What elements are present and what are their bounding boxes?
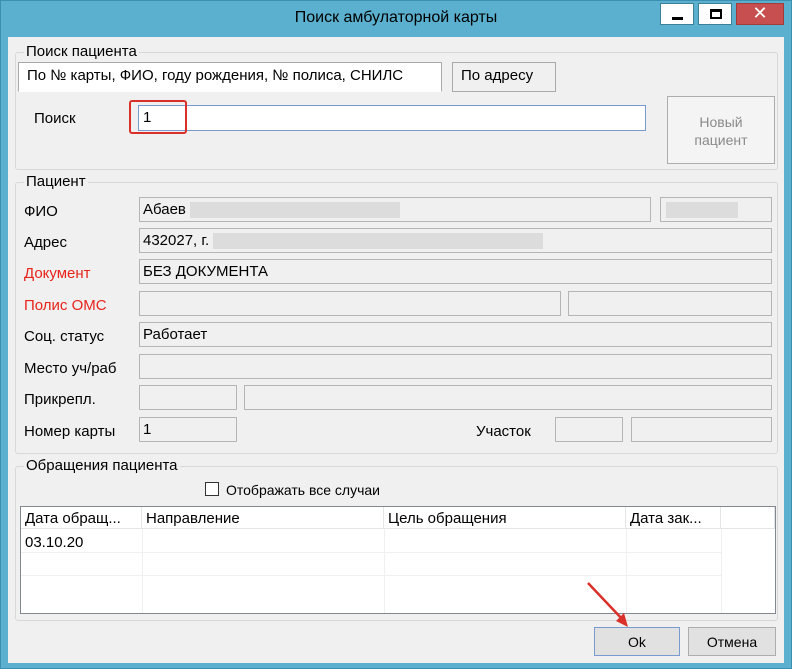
attach-name-field [244,385,772,410]
redacted-text [666,202,738,219]
address-value: 432027, г. [143,232,210,249]
column-header-date[interactable]: Дата обращ... [21,507,142,529]
close-icon: ✕ [752,3,768,23]
tab-by-address[interactable]: По адресу [452,62,556,92]
search-group-legend: Поиск пациента [24,43,139,60]
maximize-icon [710,9,722,19]
column-divider [384,529,385,613]
dialog-client-area: Поиск пациента По № карты, ФИО, году рож… [8,37,784,663]
column-header-filler [721,507,775,529]
address-field: 432027, г. [139,228,772,253]
table-row[interactable]: 03.10.20 [21,534,83,551]
search-input[interactable]: 1 [138,105,646,131]
search-annotation-box [129,100,187,134]
policy-series-field [139,291,561,316]
column-divider [721,529,722,613]
show-all-checkbox[interactable] [205,482,219,496]
redacted-text [213,233,544,250]
annotation-arrow-icon [587,582,628,627]
social-status-field: Работает [139,322,772,347]
attach-code-field [139,385,237,410]
workplace-label: Место уч/раб [24,360,117,377]
card-number-label: Номер карты [24,423,116,440]
policy-number-field [568,291,772,316]
dialog-window: Поиск амбулаторной карты ✕ Поиск пациент… [0,0,792,669]
row-divider [21,552,721,553]
search-label: Поиск [34,110,76,127]
new-patient-button[interactable]: Новый пациент [667,96,775,164]
attach-label: Прикрепл. [24,391,96,408]
column-header-purpose[interactable]: Цель обращения [384,507,626,529]
column-header-close-date[interactable]: Дата зак... [626,507,721,529]
card-number-field: 1 [139,417,237,442]
show-all-label: Отображать все случаи [226,482,380,498]
workplace-field [139,354,772,379]
district-label: Участок [476,423,531,440]
redacted-text [189,202,400,219]
column-header-direction[interactable]: Направление [142,507,384,529]
document-label: Документ [24,265,91,282]
tab-by-card[interactable]: По № карты, ФИО, году рождения, № полиса… [18,62,442,92]
visits-table[interactable]: Дата обращ... Направление Цель обращения… [20,506,776,614]
document-field: БЕЗ ДОКУМЕНТА [139,259,772,284]
district-code-field [555,417,623,442]
policy-label: Полис ОМС [24,297,107,314]
minimize-button[interactable] [660,3,694,25]
birth-field [660,197,772,222]
column-divider [142,529,143,613]
social-status-label: Соц. статус [24,328,105,345]
row-divider [21,575,721,576]
fio-label: ФИО [24,203,58,220]
patient-group: Пациент [15,173,778,454]
fio-value: Абаев [143,201,186,218]
maximize-button[interactable] [698,3,732,25]
title-bar[interactable]: Поиск амбулаторной карты ✕ [1,1,791,37]
district-name-field [631,417,772,442]
visit-date-cell: 03.10.20 [25,534,84,551]
close-button[interactable]: ✕ [736,3,784,25]
address-label: Адрес [24,234,67,251]
fio-field: Абаев [139,197,651,222]
visits-group-legend: Обращения пациента [24,457,180,474]
patient-group-legend: Пациент [24,173,88,190]
cancel-button[interactable]: Отмена [688,627,776,656]
minimize-icon [672,17,683,20]
